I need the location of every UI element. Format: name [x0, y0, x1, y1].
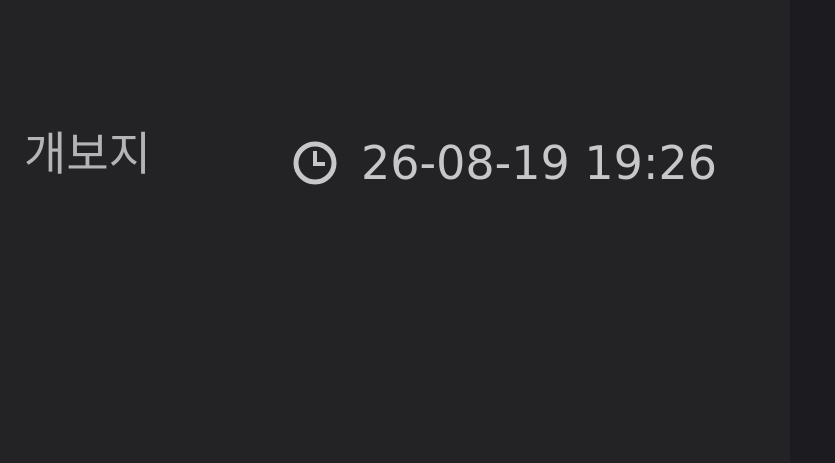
- clock-icon: [291, 139, 339, 187]
- post-meta-row: 개보지 26-08-19 19:26: [24, 124, 764, 196]
- post-timestamp: 26-08-19 19:26: [361, 136, 717, 190]
- post-meta-area: 개보지 26-08-19 19:26: [0, 0, 790, 463]
- post-meta-screen: 개보지 26-08-19 19:26: [0, 0, 835, 463]
- side-panel-edge: [790, 0, 835, 463]
- post-time: 26-08-19 19:26: [291, 135, 717, 191]
- author-name[interactable]: 개보지: [24, 126, 151, 182]
